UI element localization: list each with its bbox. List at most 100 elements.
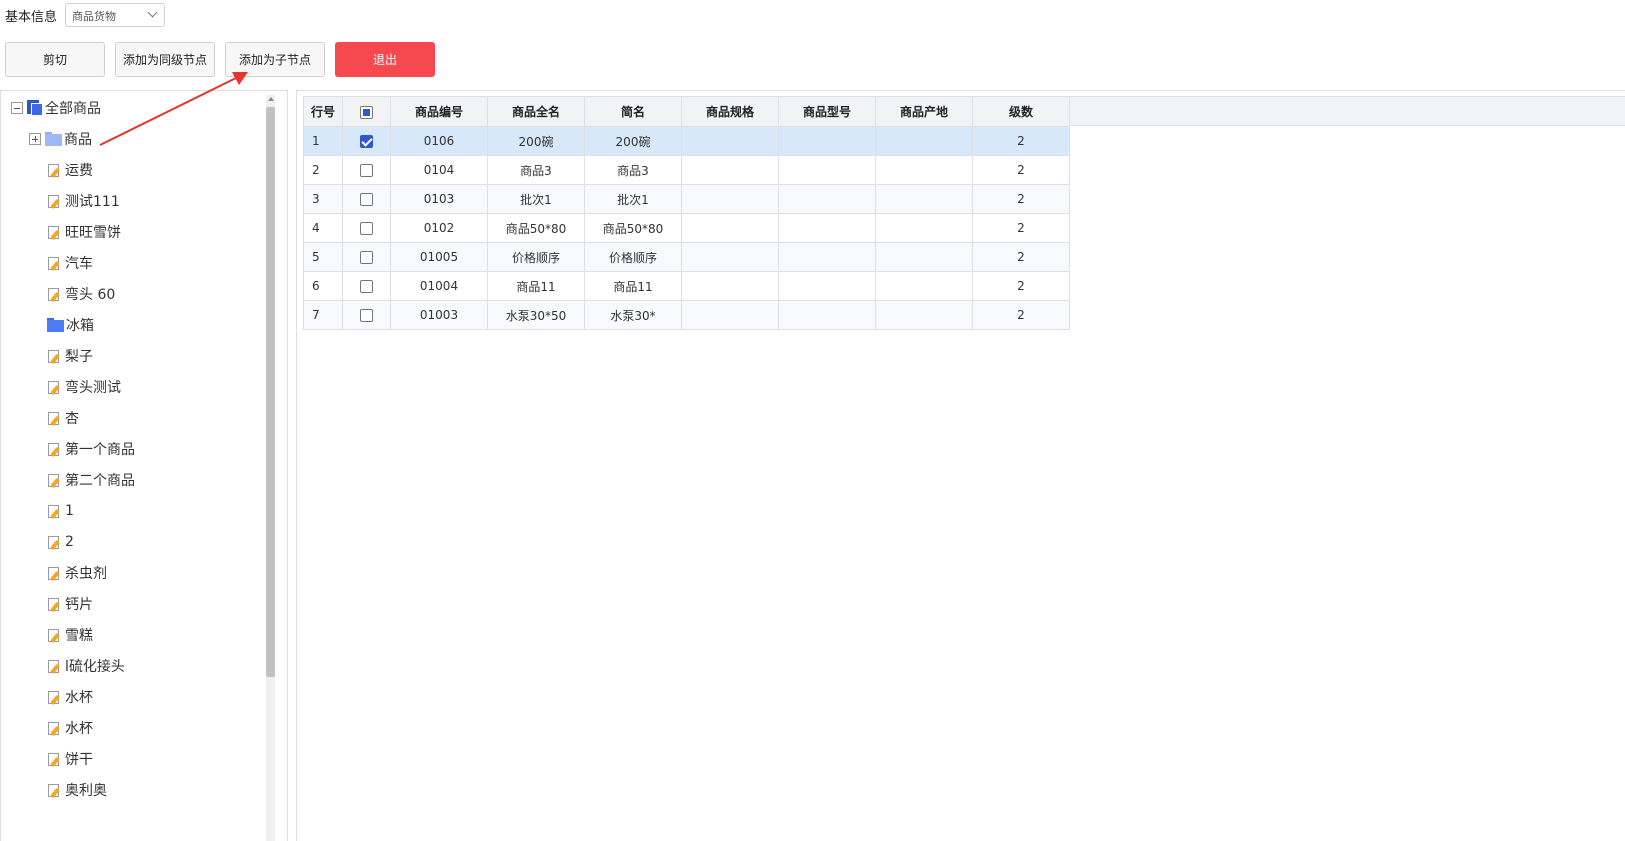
cell-level: 2 — [972, 271, 1070, 301]
exit-button[interactable]: 退出 — [335, 42, 435, 77]
col-header-origin[interactable]: 商品产地 — [875, 96, 973, 127]
row-checkbox[interactable] — [360, 193, 373, 206]
cell-code: 01004 — [390, 271, 488, 301]
cell-model — [778, 300, 876, 330]
tree-item[interactable]: 2 — [47, 530, 74, 554]
tree-item[interactable]: 运费 — [47, 158, 93, 182]
add-sibling-node-button[interactable]: 添加为同级节点 — [115, 42, 215, 77]
cell-code: 01005 — [390, 242, 488, 272]
edit-document-icon — [47, 411, 62, 426]
cell-spec — [681, 126, 779, 156]
table-row[interactable]: 1 0106 200碗 200碗 2 — [303, 126, 1070, 156]
tree-root[interactable]: 全部商品 — [11, 96, 101, 120]
scroll-up-icon[interactable] — [268, 97, 274, 101]
category-select[interactable]: 商品货物 — [65, 3, 165, 27]
cell-select[interactable] — [342, 126, 391, 156]
edit-document-icon — [47, 287, 62, 302]
cell-model — [778, 126, 876, 156]
tree-item-label: 旺旺雪饼 — [65, 225, 121, 241]
col-header-spec[interactable]: 商品规格 — [681, 96, 779, 127]
tree-item-label: 2 — [65, 534, 74, 550]
table-row[interactable]: 3 0103 批次1 批次1 2 — [303, 184, 1070, 214]
table-row[interactable]: 7 01003 水泵30*50 水泵30* 2 — [303, 300, 1070, 330]
tree-item[interactable]: 商品 — [29, 127, 92, 151]
tree-item[interactable]: 弯头 60 — [47, 282, 115, 306]
table-row[interactable]: 2 0104 商品3 商品3 2 — [303, 155, 1070, 185]
tree-item[interactable]: 杏 — [47, 406, 79, 430]
row-checkbox[interactable] — [360, 251, 373, 264]
cell-select[interactable] — [342, 184, 391, 214]
tree-item[interactable]: 冰箱 — [47, 313, 94, 337]
cell-row-number: 7 — [303, 300, 343, 330]
table-row[interactable]: 5 01005 价格顺序 价格顺序 2 — [303, 242, 1070, 272]
add-child-node-button[interactable]: 添加为子节点 — [225, 42, 325, 77]
tree-item[interactable]: 旺旺雪饼 — [47, 220, 121, 244]
basic-info-label: 基本信息 — [5, 10, 58, 25]
cell-origin — [875, 300, 973, 330]
category-select-value: 商品货物 — [72, 10, 116, 23]
tree-item[interactable]: 雪糕 — [47, 623, 93, 647]
tree-item-label: 梨子 — [65, 349, 93, 365]
cell-model — [778, 155, 876, 185]
tree-item[interactable]: 汽车 — [47, 251, 93, 275]
cell-select[interactable] — [342, 300, 391, 330]
cell-name: 商品3 — [487, 155, 585, 185]
tree-item[interactable]: 弯头测试 — [47, 375, 121, 399]
tree-item[interactable]: 钙片 — [47, 592, 93, 616]
cell-select[interactable] — [342, 271, 391, 301]
tree-item[interactable]: 第一个商品 — [47, 437, 135, 461]
edit-document-icon — [47, 194, 62, 209]
tree-item[interactable]: 第二个商品 — [47, 468, 135, 492]
product-table: 行号 商品编号 商品全名 简名 商品规格 商品型号 商品产地 级数 1 0106 2… — [303, 96, 1070, 330]
col-header-select-all[interactable] — [342, 96, 391, 127]
tree-item-label: 弯头 60 — [65, 287, 116, 303]
tree-item[interactable]: 1 — [47, 499, 74, 523]
cell-row-number: 4 — [303, 213, 343, 243]
row-checkbox[interactable] — [360, 164, 373, 177]
cell-select[interactable] — [342, 155, 391, 185]
tree-scrollbar-thumb[interactable] — [266, 107, 275, 677]
edit-document-icon — [47, 597, 62, 612]
tree-item-label: l硫化接头 — [65, 659, 125, 675]
row-checkbox[interactable] — [360, 280, 373, 293]
tree-root-label: 全部商品 — [45, 101, 101, 117]
table-row[interactable]: 6 01004 商品11 商品11 2 — [303, 271, 1070, 301]
cell-spec — [681, 184, 779, 214]
cell-origin — [875, 213, 973, 243]
col-header-full-name[interactable]: 商品全名 — [487, 96, 585, 127]
cell-short: 200碗 — [584, 126, 682, 156]
tree-item-label: 测试111 — [65, 194, 120, 210]
cell-code: 0102 — [390, 213, 488, 243]
select-all-checkbox[interactable] — [360, 105, 373, 119]
edit-document-icon — [47, 628, 62, 643]
cell-spec — [681, 300, 779, 330]
tree-item[interactable]: 饼干 — [47, 747, 93, 771]
col-header-row-number[interactable]: 行号 — [303, 96, 343, 127]
cell-select[interactable] — [342, 213, 391, 243]
tree-item[interactable]: 水杯 — [47, 716, 93, 740]
grid-header-row: 行号 商品编号 商品全名 简名 商品规格 商品型号 商品产地 级数 — [303, 96, 1070, 127]
tree-scrollbar[interactable] — [266, 95, 275, 841]
cell-name: 商品50*80 — [487, 213, 585, 243]
row-checkbox[interactable] — [360, 222, 373, 235]
collapse-icon[interactable] — [11, 102, 23, 114]
row-checkbox[interactable] — [360, 309, 373, 322]
cut-button[interactable]: 剪切 — [5, 42, 105, 77]
cell-spec — [681, 271, 779, 301]
tree-item[interactable]: 水杯 — [47, 685, 93, 709]
tree-item[interactable]: l硫化接头 — [47, 654, 125, 678]
col-header-short-name[interactable]: 简名 — [584, 96, 682, 127]
expand-icon[interactable] — [29, 133, 41, 145]
col-header-model[interactable]: 商品型号 — [778, 96, 876, 127]
tree-item[interactable]: 测试111 — [47, 189, 120, 213]
row-checkbox[interactable] — [360, 135, 373, 148]
col-header-level[interactable]: 级数 — [972, 96, 1070, 127]
tree-item-label: 奥利奥 — [65, 783, 107, 799]
table-row[interactable]: 4 0102 商品50*80 商品50*80 2 — [303, 213, 1070, 243]
tree-item[interactable]: 奥利奥 — [47, 778, 107, 802]
cell-select[interactable] — [342, 242, 391, 272]
cell-model — [778, 184, 876, 214]
tree-item[interactable]: 杀虫剂 — [47, 561, 107, 585]
tree-item[interactable]: 梨子 — [47, 344, 93, 368]
col-header-code[interactable]: 商品编号 — [390, 96, 488, 127]
